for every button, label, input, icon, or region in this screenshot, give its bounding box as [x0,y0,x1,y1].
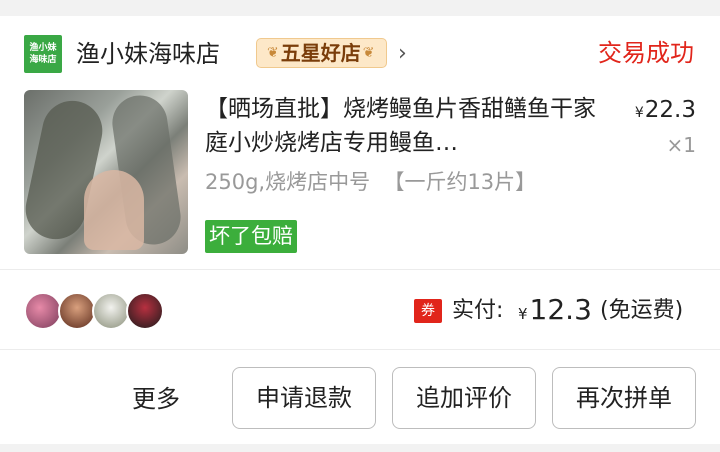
shipping-note: (免运费) [600,298,684,323]
paid-currency: ¥ [518,305,528,323]
add-review-button[interactable]: 追加评价 [392,367,536,429]
order-card: 渔小妹 海味店 渔小妹海味店 ❦ 五星好店 ❦ › 交易成功 【晒场直批】烧烤鳗… [0,16,720,444]
shop-logo-text-1: 渔小妹 [29,43,57,53]
order-status: 交易成功 [598,39,694,67]
avatar [24,292,62,330]
five-star-shop-label: 五星好店 [280,41,361,65]
avatar [58,292,96,330]
group-buyer-avatars[interactable] [24,292,164,330]
bottom-divider [0,444,720,452]
paid-value: 12.3 [529,293,592,326]
chevron-right-icon[interactable]: › [398,40,407,68]
more-button[interactable]: 更多 [132,382,180,416]
product-quantity: ×1 [666,133,696,157]
divider [0,269,720,270]
five-star-shop-badge[interactable]: ❦ 五星好店 ❦ [256,38,388,68]
guarantee-badge: 坏了包赔 [205,220,297,253]
avatar [92,292,130,330]
coupon-icon: 券 [414,299,442,323]
laurel-right-icon: ❦ [362,45,375,61]
paid-amount: ¥12.3 [518,290,592,334]
paid-label: 实付: [452,298,504,323]
laurel-left-icon: ❦ [267,45,279,61]
avatar [126,292,164,330]
regroup-button[interactable]: 再次拼单 [552,367,696,429]
price-value: 22.3 [644,97,696,123]
price-currency: ¥ [634,105,644,121]
divider [0,349,720,350]
refund-button[interactable]: 申请退款 [232,367,376,429]
shop-logo-text-2: 海味店 [29,55,57,65]
product-spec: 250g,烧烤店中号 【一斤约13片】 [205,170,537,194]
product-price: ¥22.3 [635,94,696,129]
shop-logo[interactable]: 渔小妹 海味店 [24,35,62,73]
product-image[interactable] [24,90,188,254]
shop-name[interactable]: 渔小妹海味店 [76,37,220,71]
product-title[interactable]: 【晒场直批】烧烤鳗鱼片香甜鳝鱼干家庭小炒烧烤店专用鳗鱼… [205,92,605,160]
